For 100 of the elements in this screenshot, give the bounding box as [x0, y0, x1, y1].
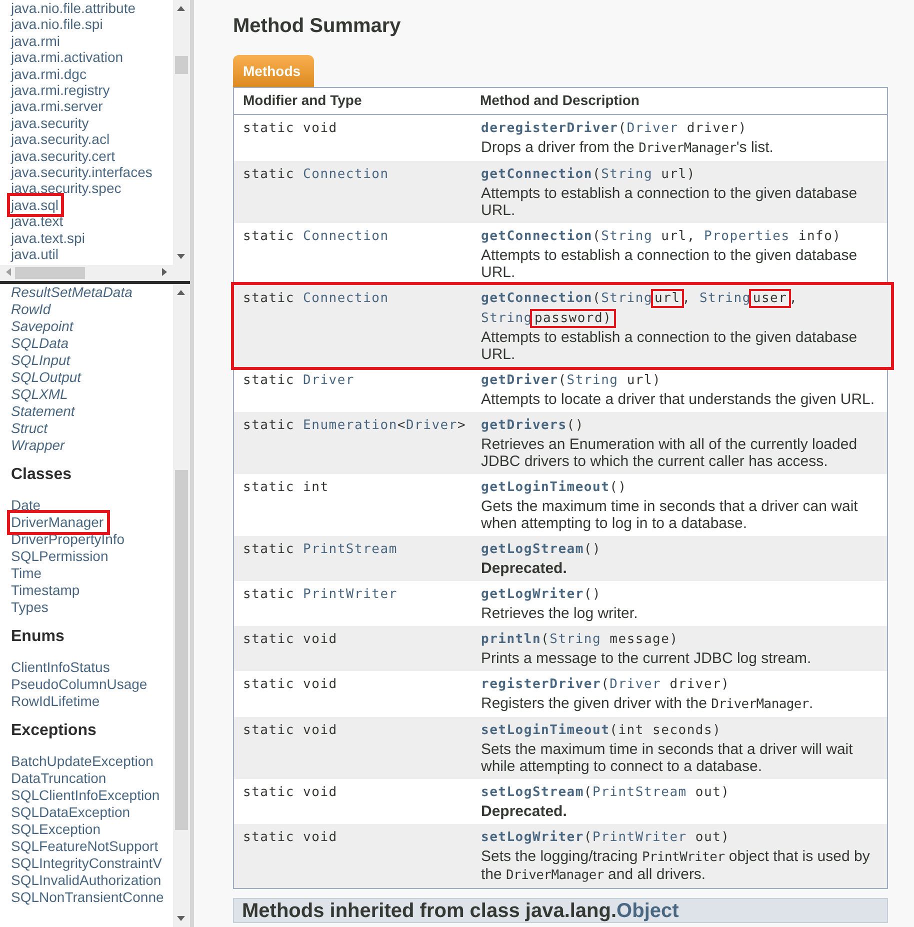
package-link[interactable]: java.nio.file.spi: [11, 16, 103, 33]
type-link[interactable]: Driver: [626, 121, 678, 136]
package-link[interactable]: java.text: [11, 213, 64, 230]
method-description: Gets the maximum time in seconds that a driver can wait when attempting to log in to a database.: [481, 498, 859, 532]
class-link[interactable]: SQLNonTransientConne: [11, 889, 164, 906]
package-link[interactable]: java.security.interfaces: [11, 164, 152, 180]
signature-text: driver): [686, 121, 747, 136]
highlighted-parameter: password): [532, 311, 614, 326]
class-link[interactable]: Time: [11, 565, 42, 582]
method-link[interactable]: getConnection: [481, 229, 592, 244]
type-link[interactable]: PrintStream: [303, 542, 398, 557]
scrollbar[interactable]: [173, 284, 190, 927]
interface-link[interactable]: SQLOutput: [11, 369, 82, 386]
type-link[interactable]: Driver: [303, 373, 355, 388]
scroll-thumb[interactable]: [175, 470, 188, 830]
class-link[interactable]: BatchUpdateException: [11, 753, 154, 770]
type-link[interactable]: String: [601, 229, 653, 244]
interface-link[interactable]: SQLInput: [11, 352, 70, 369]
type-link[interactable]: PrintWriter: [592, 830, 687, 845]
method-link[interactable]: getLoginTimeout: [481, 480, 610, 495]
class-link[interactable]: Types: [11, 599, 48, 616]
signature-text: url): [626, 373, 662, 388]
class-link[interactable]: DataTruncation: [11, 770, 106, 787]
scroll-thumb[interactable]: [175, 56, 188, 74]
signature-text: (: [592, 167, 602, 182]
method-link[interactable]: getDriver: [481, 373, 558, 388]
package-link[interactable]: java.rmi.registry: [11, 82, 110, 98]
class-link[interactable]: SQLInvalidAuthorization: [11, 872, 162, 889]
modifier-text: static void: [243, 677, 338, 692]
method-link[interactable]: setLoginTimeout: [481, 723, 610, 738]
type-link[interactable]: String: [601, 167, 653, 182]
type-link[interactable]: PrintStream: [592, 785, 687, 800]
package-link[interactable]: java.text.spi: [11, 230, 85, 246]
type-link[interactable]: String: [566, 373, 618, 388]
type-link[interactable]: Enumeration: [303, 418, 398, 433]
modifier-text: <: [397, 418, 406, 433]
down-arrow-icon[interactable]: [177, 916, 185, 921]
method-link[interactable]: deregisterDriver: [481, 121, 618, 136]
down-arrow-icon[interactable]: [177, 254, 185, 259]
method-link[interactable]: setLogStream: [481, 785, 584, 800]
class-link[interactable]: DriverPropertyInfo: [11, 531, 125, 548]
type-link[interactable]: String: [601, 291, 653, 306]
type-link[interactable]: Connection: [303, 229, 389, 244]
scrollbar[interactable]: [173, 0, 190, 265]
class-link[interactable]: Timestamp: [11, 582, 80, 599]
interface-link[interactable]: Statement: [11, 403, 75, 420]
type-link[interactable]: PrintWriter: [303, 587, 398, 602]
method-link[interactable]: println: [481, 632, 542, 647]
package-link[interactable]: java.nio.file.attribute: [11, 0, 136, 16]
package-link[interactable]: java.security.spec: [11, 180, 122, 197]
class-link[interactable]: SQLPermission: [11, 548, 108, 565]
type-link[interactable]: Connection: [303, 167, 389, 182]
scroll-thumb[interactable]: [15, 267, 85, 279]
package-link[interactable]: java.rmi.dgc: [11, 66, 86, 82]
interface-link[interactable]: SQLXML: [11, 386, 68, 403]
interface-link[interactable]: Struct: [11, 420, 48, 437]
type-link[interactable]: Connection: [303, 291, 389, 306]
package-link[interactable]: java.rmi: [11, 32, 60, 50]
up-arrow-icon[interactable]: [177, 290, 185, 295]
class-link[interactable]: PseudoColumnUsage: [11, 676, 148, 693]
type-link[interactable]: String: [550, 632, 602, 647]
left-arrow-icon[interactable]: [6, 268, 11, 276]
package-link[interactable]: java.rmi.server: [11, 98, 103, 115]
type-link[interactable]: Properties: [704, 229, 790, 244]
package-link[interactable]: java.rmi.activation: [11, 49, 124, 66]
type-link[interactable]: String: [481, 311, 532, 326]
interface-link[interactable]: ResultSetMetaData: [11, 284, 132, 301]
method-link[interactable]: getLogWriter: [481, 587, 584, 602]
interface-link[interactable]: RowId: [11, 301, 51, 318]
type-link[interactable]: Driver: [610, 677, 662, 692]
right-arrow-icon[interactable]: [162, 268, 167, 276]
method-description: Sets the maximum time in seconds that a driver will wait while attempting to connect to a database.: [481, 741, 854, 775]
interface-link[interactable]: SQLData: [11, 335, 69, 352]
class-link[interactable]: SQLClientInfoException: [11, 787, 160, 804]
class-link[interactable]: RowIdLifetime: [11, 693, 100, 710]
modifier-text: static void: [243, 632, 338, 647]
class-link[interactable]: Date: [11, 497, 41, 514]
class-link[interactable]: ClientInfoStatus: [11, 659, 110, 676]
package-link[interactable]: java.security.cert: [11, 148, 115, 164]
scrollbar[interactable]: [0, 265, 173, 281]
method-link[interactable]: registerDriver: [481, 677, 602, 692]
type-link[interactable]: String: [699, 291, 751, 306]
class-link[interactable]: SQLException: [11, 821, 100, 838]
method-link[interactable]: getConnection: [481, 291, 592, 306]
method-link[interactable]: setLogWriter: [481, 830, 584, 845]
method-link[interactable]: getConnection: [481, 167, 592, 182]
package-link[interactable]: java.util: [11, 246, 58, 262]
section-heading: Enums: [11, 627, 64, 647]
class-link[interactable]: SQLFeatureNotSupport: [11, 838, 158, 855]
method-link[interactable]: getDrivers: [481, 418, 567, 433]
class-link[interactable]: Object: [616, 900, 679, 922]
class-link[interactable]: SQLDataException: [11, 804, 130, 821]
package-link[interactable]: java.security: [11, 114, 89, 132]
type-link[interactable]: Driver: [406, 418, 458, 433]
up-arrow-icon[interactable]: [177, 6, 185, 11]
interface-link[interactable]: Savepoint: [11, 318, 74, 335]
package-link[interactable]: java.security.acl: [11, 131, 110, 148]
class-link[interactable]: SQLIntegrityConstraintV: [11, 855, 162, 872]
interface-link[interactable]: Wrapper: [11, 437, 65, 454]
method-link[interactable]: getLogStream: [481, 542, 584, 557]
